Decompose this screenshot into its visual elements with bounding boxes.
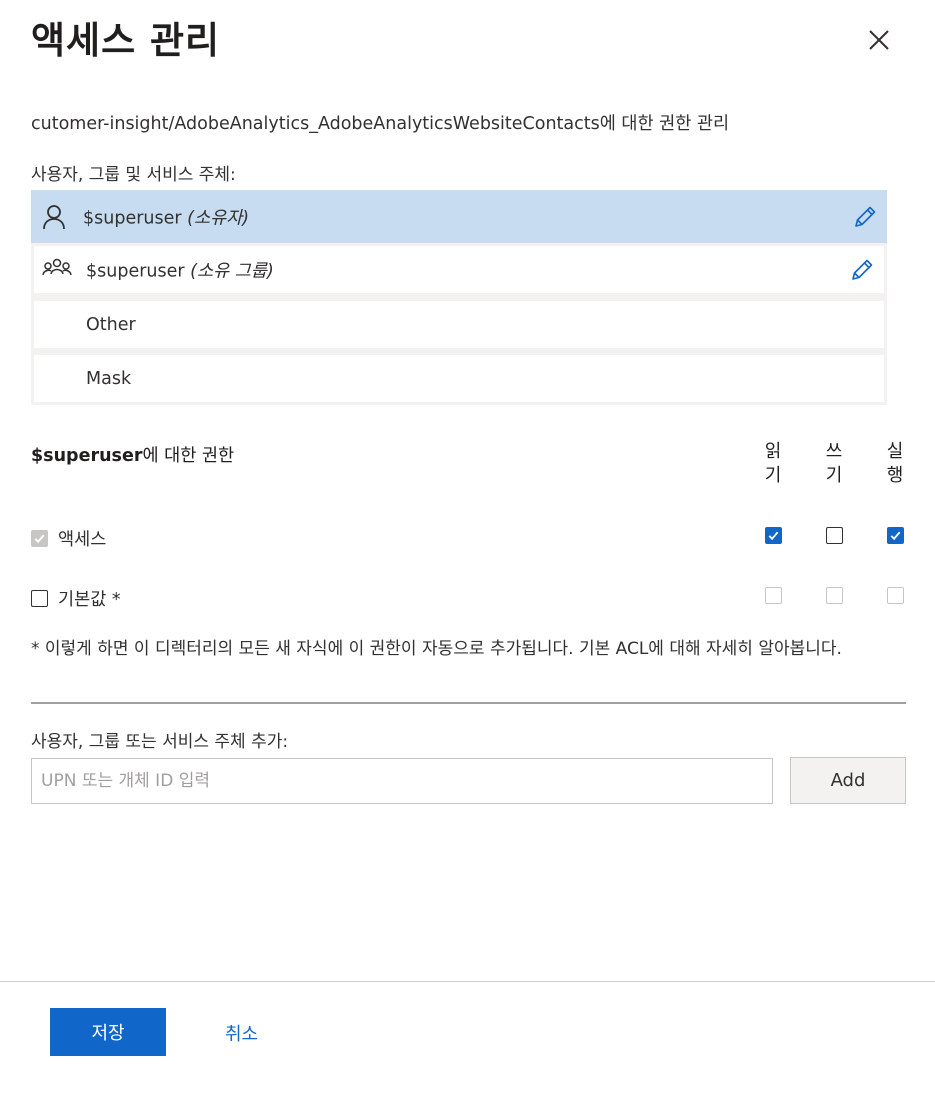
checkmark-icon [34, 534, 45, 544]
principal-item-mask[interactable]: Mask [34, 355, 884, 402]
principal-item-owner[interactable]: $superuser (소유자) [31, 190, 887, 243]
add-principal-label: 사용자, 그룹 또는 서비스 주체 추가: [31, 732, 289, 752]
panel-subtitle: cutomer-insight/AdobeAnalytics_AdobeAnal… [31, 114, 730, 134]
column-header-write: 쓰기 [825, 441, 843, 486]
checkmark-icon [890, 531, 901, 541]
default-row: 기본값 * [31, 586, 121, 611]
principal-label: Mask [86, 368, 132, 389]
default-enabled-checkbox[interactable] [31, 590, 48, 607]
cancel-button[interactable]: 취소 [225, 1020, 258, 1046]
principals-label: 사용자, 그룹 및 서비스 주체: [31, 165, 236, 185]
edit-pencil-icon[interactable] [851, 203, 879, 231]
principal-label: $superuser (소유 그룹) [86, 261, 274, 281]
panel-title: 액세스 관리 [31, 19, 221, 62]
save-button[interactable]: 저장 [50, 1008, 166, 1056]
access-write-checkbox[interactable] [826, 527, 843, 544]
add-button[interactable]: Add [790, 757, 906, 804]
access-row: 액세스 [31, 526, 106, 551]
principal-label: Other [86, 314, 136, 335]
principal-item-owning-group[interactable]: $superuser (소유 그룹) [34, 246, 884, 293]
default-write-checkbox [826, 587, 843, 604]
column-header-execute: 실행 [886, 441, 904, 486]
principal-id-input[interactable] [31, 758, 773, 804]
checkmark-icon [768, 531, 779, 541]
access-read-checkbox[interactable] [765, 527, 782, 544]
default-execute-checkbox [887, 587, 904, 604]
permissions-title: $superuser에 대한 권한 [31, 446, 235, 466]
divider [31, 702, 906, 704]
close-icon[interactable] [863, 24, 895, 56]
principal-list: $superuser (소유자) $superuser (소유 그룹) Othe… [31, 190, 887, 405]
edit-pencil-icon[interactable] [848, 256, 876, 284]
access-enabled-checkbox [31, 530, 48, 547]
user-icon [43, 205, 65, 230]
access-execute-checkbox[interactable] [887, 527, 904, 544]
column-header-read: 읽기 [764, 441, 782, 486]
access-label: 액세스 [58, 530, 107, 550]
default-acl-note: * 이렇게 하면 이 디렉터리의 모든 새 자식에 이 권한이 자동으로 추가됩… [31, 639, 842, 659]
default-read-checkbox [765, 587, 782, 604]
footer-divider [0, 981, 935, 982]
default-label: 기본값 * [58, 590, 121, 610]
principal-label: $superuser (소유자) [83, 208, 250, 228]
principal-item-other[interactable]: Other [34, 301, 884, 348]
group-icon [42, 258, 72, 276]
